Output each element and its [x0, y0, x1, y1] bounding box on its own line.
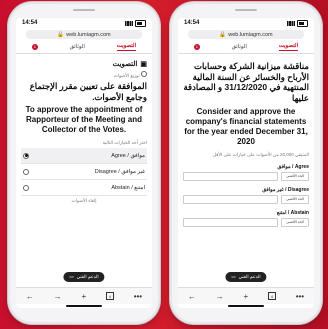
new-tab-icon[interactable]: +	[81, 292, 86, 301]
field-disagree-max[interactable]: الحد الأقصى	[281, 194, 309, 204]
status-time: 14:54	[184, 20, 200, 26]
battery-icon	[297, 19, 308, 27]
browser-toolbar: ← → + 4 •••	[178, 287, 314, 304]
phone-right: 14:54 🔒 web.lumiagm.com 1 الوثائق التصوي…	[172, 4, 320, 322]
tab-voting[interactable]: التصويت	[116, 43, 137, 51]
battery-icon	[135, 19, 146, 27]
url-bar[interactable]: 🔒 web.lumiagm.com	[188, 30, 304, 39]
more-icon[interactable]: •••	[134, 292, 142, 301]
signal-icon	[125, 20, 133, 26]
speaker	[235, 9, 257, 11]
status-time: 14:54	[22, 20, 38, 26]
chat-icon: ▭	[69, 274, 74, 279]
field-disagree-label: Disagree / غير موافق	[262, 186, 309, 193]
resolution-en: To approve the appointment of Rapporteur…	[25, 105, 143, 135]
forward-icon[interactable]: →	[54, 292, 62, 301]
radio-disagree[interactable]	[23, 168, 29, 175]
field-agree-max[interactable]: الحد الأقصى	[281, 171, 309, 181]
home-indicator	[66, 305, 102, 307]
radio-abstain[interactable]	[23, 184, 29, 191]
section-title: التصويت	[112, 61, 138, 68]
chat-icon: ▭	[231, 274, 236, 279]
field-abstain-max[interactable]: الحد الأقصى	[281, 217, 309, 227]
home-indicator	[228, 305, 264, 307]
tab-docs[interactable]: الوثائق	[232, 44, 247, 50]
tabs-icon[interactable]: 4	[105, 292, 114, 300]
weighted-note[interactable]: توزيع الأصوات	[21, 71, 147, 79]
tab-bar: 1 الوثائق التصويت	[178, 41, 314, 54]
more-icon[interactable]: •••	[296, 292, 304, 301]
lock-icon: 🔒	[57, 31, 65, 38]
field-disagree-input[interactable]	[183, 194, 278, 204]
resolution-ar: مناقشة ميزانية الشركة وحسابات الأرباح وا…	[183, 61, 309, 103]
cancel-note[interactable]: إلغاء الأصوات	[21, 198, 147, 204]
field-agree-label: Agree / موافق	[277, 163, 309, 170]
messages-badge[interactable]: 1	[31, 44, 38, 50]
speaker	[73, 9, 95, 11]
forward-icon[interactable]: →	[216, 292, 224, 301]
status-bar: 14:54	[16, 18, 152, 28]
url-text: web.lumiagm.com	[228, 31, 273, 38]
back-icon[interactable]: ←	[188, 292, 196, 301]
tab-voting[interactable]: التصويت	[278, 43, 299, 51]
option-agree[interactable]: Agree / موافق	[21, 148, 147, 165]
screen-left: 14:54 🔒 web.lumiagm.com 1 الوثائق التصوي…	[16, 18, 152, 308]
messages-badge[interactable]: 1	[193, 44, 200, 50]
weighted-radio[interactable]	[141, 71, 147, 77]
lock-icon: 🔒	[219, 31, 227, 38]
field-abstain-input[interactable]	[183, 217, 278, 227]
browser-toolbar: ← → + 4 •••	[16, 287, 152, 304]
tab-docs[interactable]: الوثائق	[70, 44, 85, 50]
back-icon[interactable]: ←	[26, 292, 34, 301]
voting-content: ▣ التصويت توزيع الأصوات الموافقة على تعي…	[16, 54, 152, 209]
support-button[interactable]: ▭ الدعم الفني	[225, 272, 267, 282]
resolution-en: Consider and approve the company's finan…	[184, 106, 308, 146]
url-bar[interactable]: 🔒 web.lumiagm.com	[26, 30, 142, 39]
votes-note: المتبقي 20,000 من الأصوات على خيارات على…	[212, 151, 309, 157]
option-disagree[interactable]: Disagree / غير موافق	[21, 164, 147, 181]
new-tab-icon[interactable]: +	[243, 292, 248, 301]
option-abstain[interactable]: Abstain / امتنع	[21, 180, 147, 197]
support-button[interactable]: ▭ الدعم الفني	[63, 272, 105, 282]
choose-note: اختر أحد الخيارات التالية	[102, 140, 147, 146]
screen-right: 14:54 🔒 web.lumiagm.com 1 الوثائق التصوي…	[178, 18, 314, 308]
radio-agree[interactable]	[23, 152, 29, 159]
phone-left: 14:54 🔒 web.lumiagm.com 1 الوثائق التصوي…	[10, 4, 158, 322]
signal-icon	[287, 20, 295, 26]
resolution-ar: الموافقة على تعيين مقرر الإجتماع وجامع ا…	[29, 81, 147, 102]
status-bar: 14:54	[178, 18, 314, 28]
url-text: web.lumiagm.com	[66, 31, 111, 38]
field-abstain-label: Abstain / امتنع	[276, 209, 309, 216]
ballot-icon: ▣	[140, 61, 147, 68]
tab-bar: 1 الوثائق التصويت	[16, 41, 152, 54]
field-agree-input[interactable]	[183, 171, 278, 181]
tabs-icon[interactable]: 4	[267, 292, 276, 300]
voting-content: مناقشة ميزانية الشركة وحسابات الأرباح وا…	[178, 54, 314, 230]
